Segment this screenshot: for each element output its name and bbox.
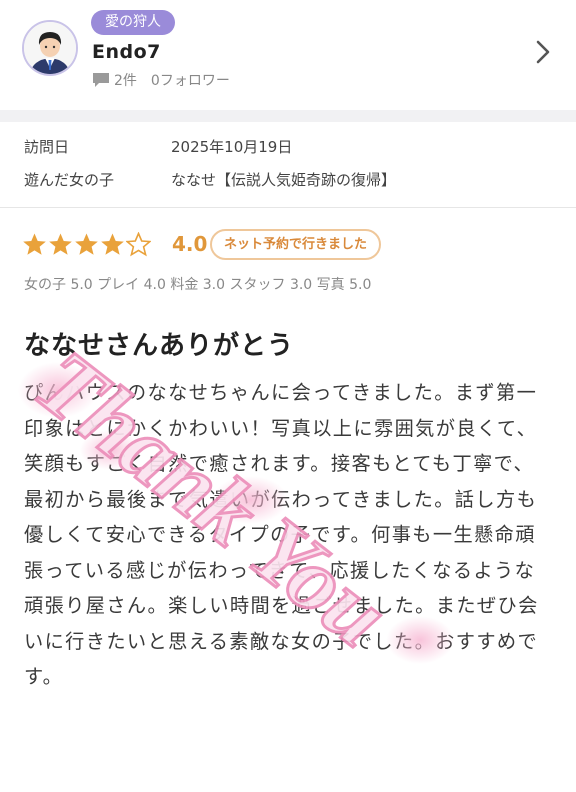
post-count: 2件	[114, 73, 137, 89]
reviewer-header[interactable]: 愛の狩人 Endo7 2件 0フォロワー	[0, 0, 576, 110]
star-empty-icon	[126, 231, 151, 256]
follower-count[interactable]: 0フォロワー	[151, 70, 230, 90]
visit-date-value: 2025年10月19日	[171, 137, 293, 156]
girl-label: 遊んだ女の子	[24, 170, 115, 189]
star-filled-icon	[49, 233, 72, 255]
user-title-badge: 愛の狩人	[91, 10, 175, 35]
visit-date-label: 訪問日	[24, 137, 70, 156]
category-scores: 女の子 5.0 プレイ 4.0 料金 3.0 スタッフ 3.0 写真 5.0	[24, 277, 372, 293]
user-name[interactable]: Endo7	[92, 41, 161, 63]
girl-row: 遊んだ女の子 ななせ【伝説人気姫奇跡の復帰】	[24, 167, 396, 191]
girl-value[interactable]: ななせ【伝説人気姫奇跡の復帰】	[171, 169, 396, 190]
chevron-right-icon[interactable]	[532, 38, 554, 66]
visit-date-row: 訪問日 2025年10月19日	[24, 134, 292, 158]
user-avatar-icon[interactable]	[22, 20, 78, 76]
user-stats: 2件 0フォロワー	[92, 71, 230, 89]
net-reservation-badge: ネット予約で行きました	[210, 229, 382, 260]
review-title: ななせさんありがとう	[24, 331, 295, 361]
review-body: ぴんハウスのななせちゃんに会ってきました。まず第一印象はとにかくかわいい！写真以…	[24, 381, 539, 688]
star-filled-icon	[75, 233, 98, 255]
comment-icon	[93, 73, 109, 87]
rating-value: 4.0	[172, 232, 208, 256]
divider-line	[0, 207, 576, 208]
star-filled-icon	[23, 233, 46, 255]
star-rating	[22, 230, 152, 258]
section-divider	[0, 110, 576, 122]
star-filled-icon	[101, 233, 124, 255]
